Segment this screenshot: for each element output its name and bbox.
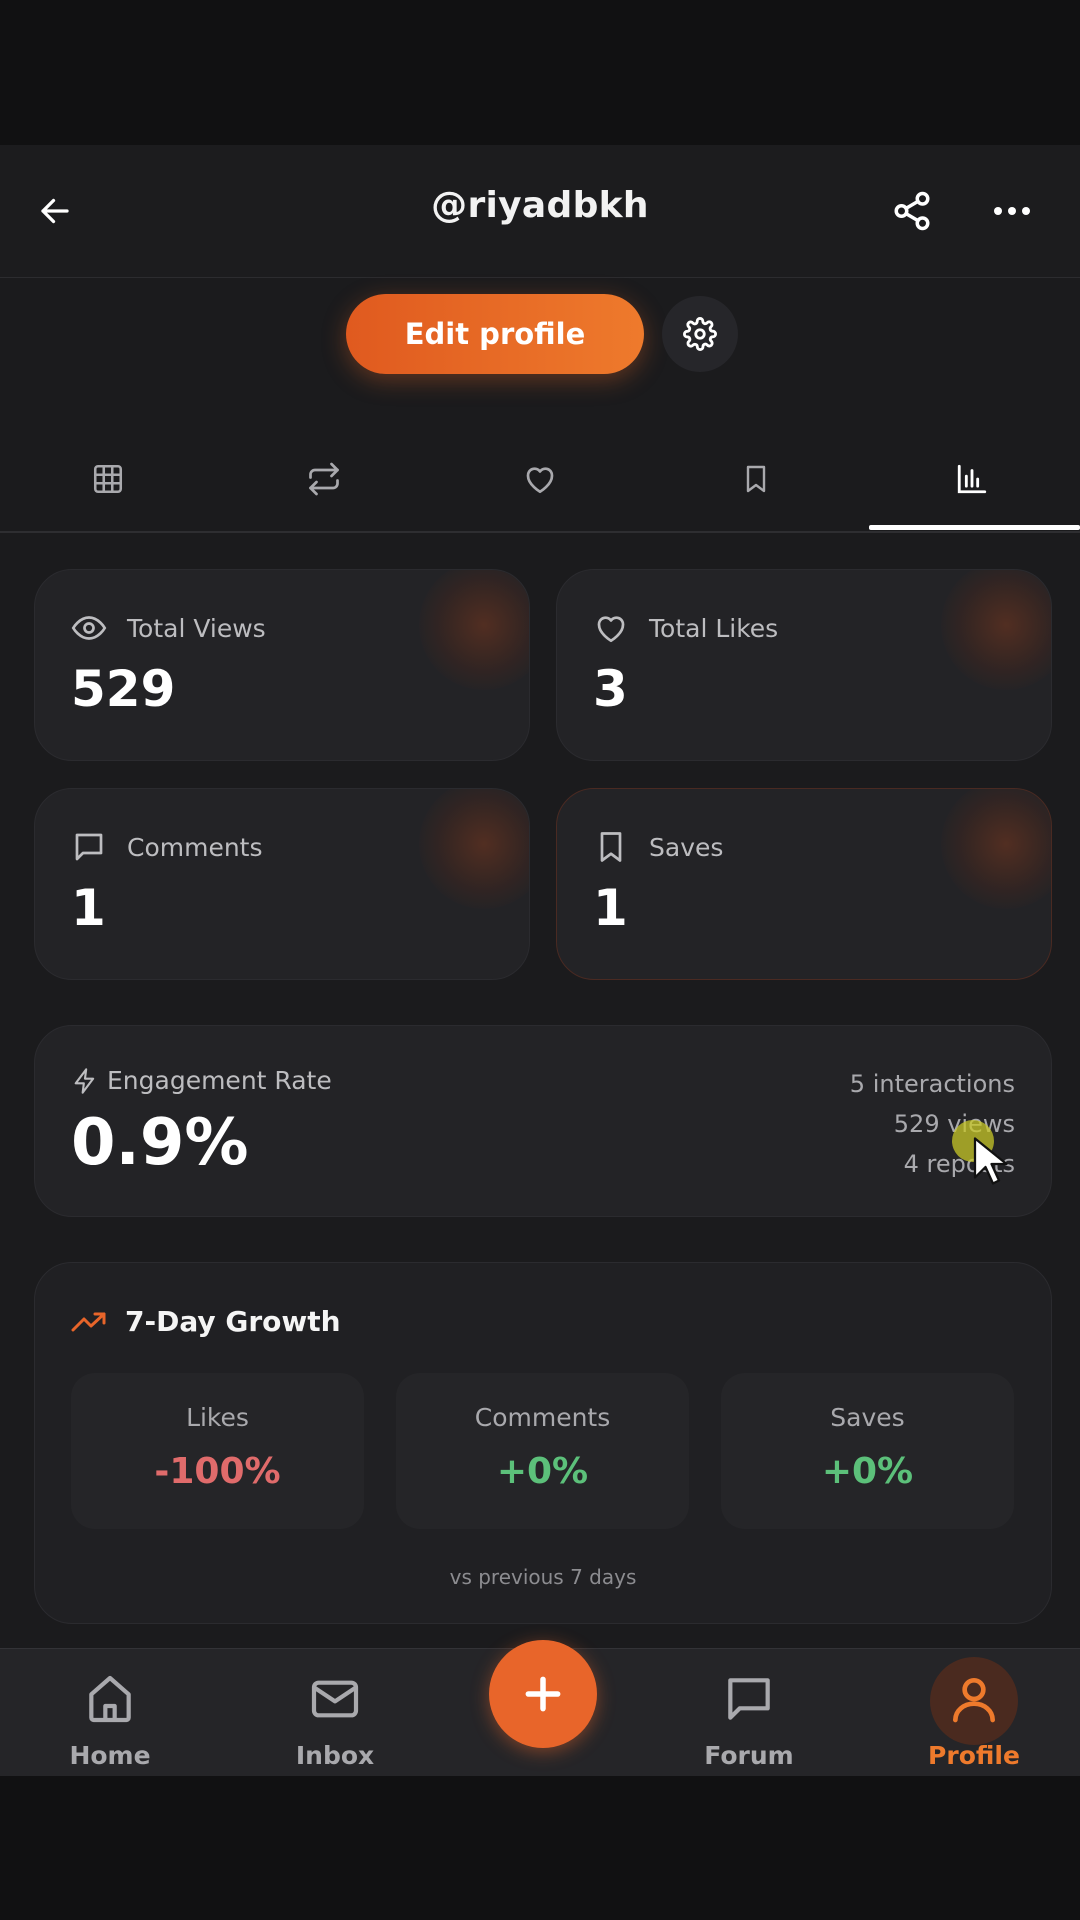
bottom-letterbox [0,1776,1080,1920]
metric-value: +0% [821,1451,914,1492]
nav-label: Forum [704,1741,794,1770]
engagement-value: 0.9% [71,1106,249,1180]
heart-icon [526,467,554,494]
growth-note: vs previous 7 days [449,1565,637,1589]
share-icon [894,191,930,231]
tab-analytics[interactable] [864,427,1080,531]
bookmark-icon [600,832,622,862]
trending-up-icon [71,1312,106,1332]
growth-title: 7-Day Growth [125,1305,341,1338]
metric-value: +0% [496,1451,589,1492]
card-glow [419,789,529,909]
active-tab-indicator [869,525,1080,530]
mail-icon [311,1680,359,1718]
nav-home[interactable]: Home [20,1649,200,1776]
lightning-icon [74,1068,95,1094]
top-bar: @riyadbkh [0,145,1080,278]
stat-value: 3 [593,660,628,718]
nav-label: Home [69,1741,151,1770]
stat-value: 529 [71,660,176,718]
engagement-label: Engagement Rate [107,1066,332,1095]
edit-profile-button[interactable]: Edit profile [346,294,644,374]
app-screen: @riyadbkh Edit profile Total Views 529 T… [0,145,1080,1776]
stat-label: Comments [127,833,263,862]
stat-card-saves: Saves 1 [556,788,1052,980]
growth-metric-likes: Likes -100% [71,1373,364,1529]
forum-icon [728,1678,770,1720]
user-icon [953,1678,995,1723]
tab-grid[interactable] [0,427,216,531]
card-glow [941,789,1051,909]
heart-icon [597,616,625,643]
home-icon [89,1675,131,1723]
stat-label: Saves [649,833,724,862]
card-glow [419,570,529,690]
eye-icon [71,616,107,640]
stat-value: 1 [593,879,628,937]
nav-profile[interactable]: Profile [884,1649,1064,1776]
stat-card-likes: Total Likes 3 [556,569,1052,761]
stat-value: 1 [71,879,106,937]
bar-chart-icon [957,464,987,494]
tab-reposts[interactable] [216,427,432,531]
metric-label: Saves [830,1403,905,1432]
card-glow [941,570,1051,690]
plus-icon [525,1676,561,1712]
metric-value: -100% [154,1451,281,1492]
share-button[interactable] [884,181,940,241]
more-options-button[interactable] [984,181,1040,241]
mouse-cursor-icon [973,1137,1008,1185]
create-post-button[interactable] [489,1640,597,1748]
growth-metric-comments: Comments +0% [396,1373,689,1529]
tab-saved[interactable] [648,427,864,531]
stat-label: Total Views [127,614,266,643]
growth-metric-saves: Saves +0% [721,1373,1014,1529]
nav-forum[interactable]: Forum [659,1649,839,1776]
profile-tabs [0,427,1080,533]
comment-icon [75,833,103,861]
tab-likes[interactable] [432,427,648,531]
metric-label: Comments [474,1403,611,1432]
stat-label: Total Likes [649,614,779,643]
top-letterbox [0,0,1080,145]
nav-label: Inbox [295,1741,375,1770]
more-horizontal-icon [994,207,1030,215]
metric-label: Likes [186,1403,249,1432]
stat-card-views: Total Views 529 [34,569,530,761]
nav-inbox[interactable]: Inbox [245,1649,425,1776]
growth-card: 7-Day Growth Likes -100% Comments +0% Sa… [34,1262,1052,1624]
engagement-card: Engagement Rate 0.9% 5 interactions 529 … [34,1025,1052,1217]
nav-label: Profile [928,1741,1020,1770]
repost-icon [309,462,339,496]
gear-icon [683,317,717,351]
stat-card-comments: Comments 1 [34,788,530,980]
settings-button[interactable] [662,296,738,372]
bookmark-icon [746,465,766,493]
grid-icon [93,464,123,494]
interactions-count: 5 interactions [849,1070,1015,1098]
